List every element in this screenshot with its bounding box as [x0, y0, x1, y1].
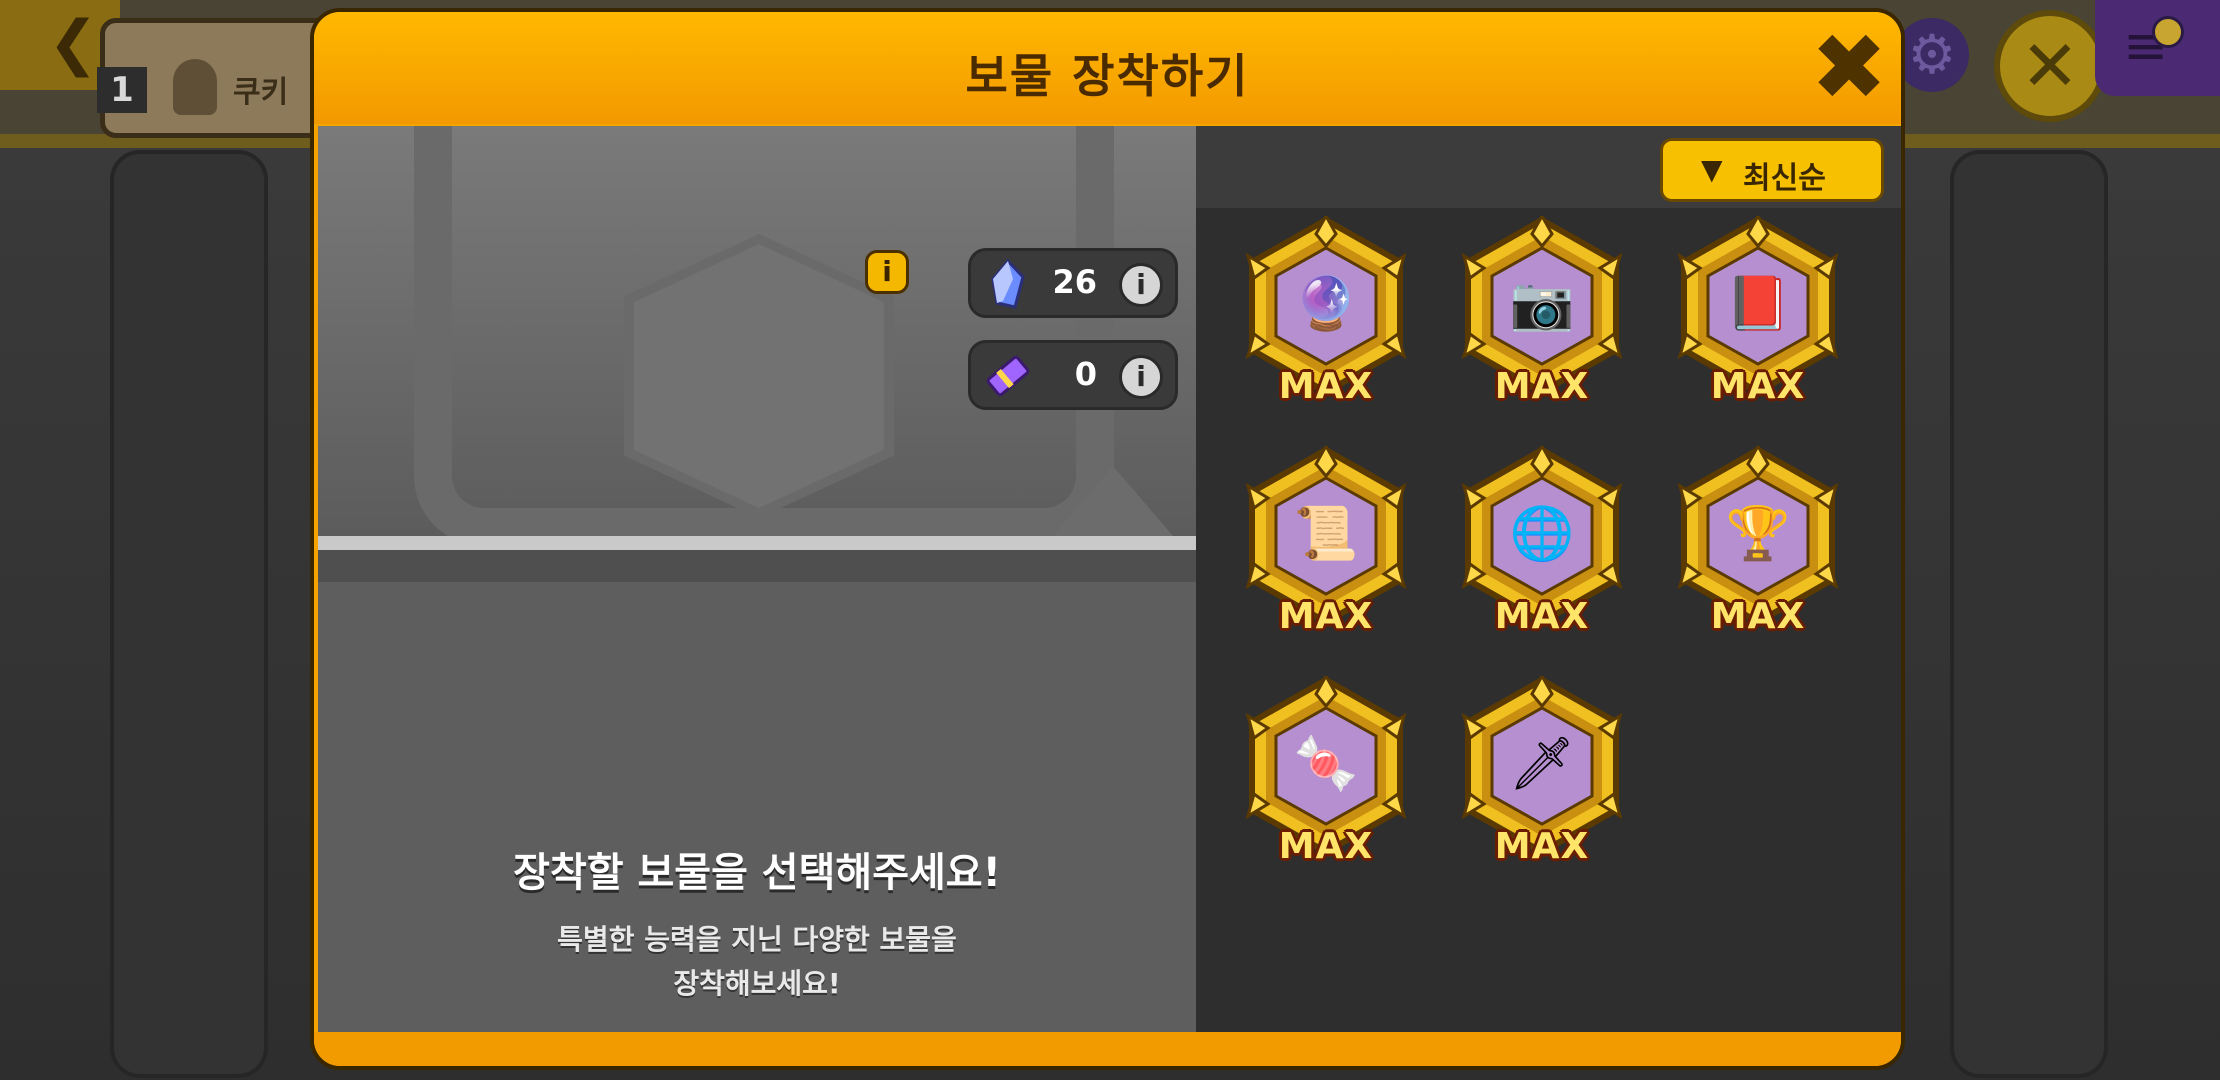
notification-dot [2152, 16, 2184, 48]
purple-ticket-icon [986, 355, 1030, 397]
menu-button[interactable]: ≡ [2095, 0, 2220, 96]
close-icon[interactable]: ✖ [1809, 22, 1889, 114]
tab-label: 쿠키 [233, 75, 289, 110]
armillary-sphere-icon: 🌐 [1509, 504, 1575, 564]
max-level-label: MAX [1278, 366, 1374, 407]
empty-desc-line1: 특별한 능력을 지닌 다양한 보물을 [557, 923, 957, 956]
empty-state-title: 장착할 보물을 선택해주세요! [513, 850, 1001, 896]
scroll-map-icon: 📜 [1293, 504, 1359, 564]
stone-pillar-left [110, 150, 268, 1078]
treasure-item[interactable]: 📜 MAX [1236, 446, 1416, 646]
modal-title: 보물 장착하기 [965, 49, 1250, 103]
panel-divider [318, 536, 1196, 582]
max-level-label: MAX [1278, 596, 1374, 637]
star-candy-icon: 🍬 [1293, 734, 1359, 794]
sort-dropdown-button[interactable]: ▼ 최신순 [1660, 138, 1884, 202]
treasure-item[interactable]: 🍬 MAX [1236, 676, 1416, 876]
slot-info-icon[interactable]: i [865, 250, 909, 294]
rune-backdrop: i 26 i 0 i [318, 126, 1196, 546]
treasure-item[interactable]: 🗡 MAX [1452, 676, 1632, 876]
golden-chalice-icon: 🏆 [1725, 504, 1791, 564]
ticket-info-icon[interactable]: i [1119, 355, 1163, 399]
settings-gear-icon[interactable]: ⚙ [1895, 18, 1969, 92]
max-level-label: MAX [1494, 826, 1590, 867]
treasure-item[interactable]: 🏆 MAX [1668, 446, 1848, 646]
back-arrow-icon: ❮ [48, 8, 99, 78]
dropdown-arrow-icon: ▼ [1701, 153, 1723, 186]
crystal-resource: 26 i [968, 248, 1178, 318]
cookie-silhouette-icon [173, 59, 217, 115]
ticket-count: 0 [1074, 355, 1097, 393]
treasure-list-panel: ▼ 최신순 🔮 MAX 📷 MAX 📕 MAX 📜 MAX 🌐 MAX 🏆 MAX 🍬 MAX 🗡 MAX [1196, 126, 1901, 1038]
blue-crystal-icon [991, 259, 1025, 309]
ticket-resource: 0 i [968, 340, 1178, 410]
treasure-item[interactable]: 🌐 MAX [1452, 446, 1632, 646]
tab-number-badge: 1 [97, 67, 147, 113]
max-level-label: MAX [1494, 596, 1590, 637]
modal-footer [314, 1032, 1901, 1066]
sort-label: 최신순 [1743, 161, 1826, 196]
empty-state-description: 특별한 능력을 지닌 다양한 보물을 장착해보세요! [318, 918, 1196, 1006]
max-level-label: MAX [1494, 366, 1590, 407]
stone-pillar-right [1950, 150, 2108, 1078]
cookie-tab[interactable]: 1 쿠키 [97, 18, 340, 138]
max-level-label: MAX [1710, 366, 1806, 407]
empty-desc-line2: 장착해보세요! [673, 967, 841, 1000]
background-close-button[interactable]: ✕ [1994, 10, 2106, 122]
treasure-item[interactable]: 📕 MAX [1668, 216, 1848, 416]
description-area: 장착할 보물을 선택해주세요! 특별한 능력을 지닌 다양한 보물을 장착해보세… [318, 582, 1196, 1038]
dagger-icon: 🗡 [1508, 734, 1575, 794]
max-level-label: MAX [1278, 826, 1374, 867]
red-book-icon: 📕 [1725, 274, 1791, 334]
purple-orb-icon: 🔮 [1293, 274, 1359, 334]
crystal-info-icon[interactable]: i [1119, 263, 1163, 307]
crystal-count: 26 [1052, 263, 1097, 301]
sort-bar: ▼ 최신순 [1196, 126, 1901, 208]
equip-treasure-modal: 보물 장착하기 ✖ i 26 i 0 i 장착할 보물을 선택해주세요! 특별한… [310, 8, 1905, 1070]
treasure-item[interactable]: 🔮 MAX [1236, 216, 1416, 416]
equipped-slot-panel: i 26 i 0 i 장착할 보물을 선택해주세요! 특별한 능력을 지닌 다양… [318, 126, 1196, 1038]
modal-header: 보물 장착하기 ✖ [314, 12, 1901, 124]
treasure-item[interactable]: 📷 MAX [1452, 216, 1632, 416]
max-level-label: MAX [1710, 596, 1806, 637]
camera-icon: 📷 [1509, 274, 1575, 334]
